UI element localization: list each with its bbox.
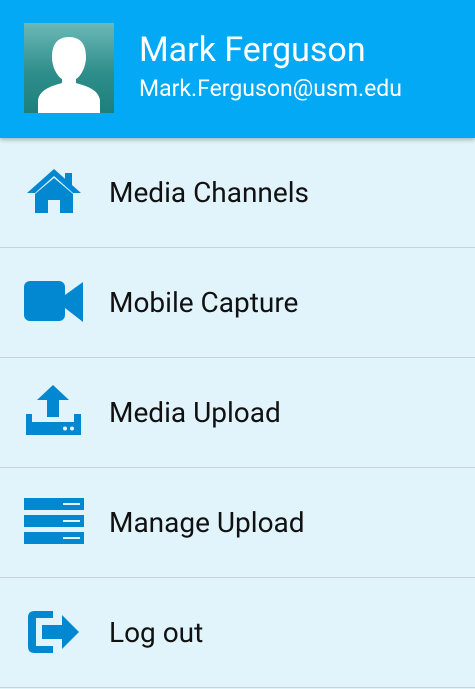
menu-item-label: Media Upload: [109, 396, 281, 429]
navigation-menu: Media Channels Mobile Capture Media Uplo…: [0, 138, 475, 688]
user-email: Mark.Ferguson@usm.edu: [139, 75, 402, 102]
menu-item-label: Mobile Capture: [109, 286, 299, 319]
user-name: Mark Ferguson: [139, 30, 366, 70]
menu-item-label: Media Channels: [109, 176, 309, 209]
user-silhouette-icon: [38, 37, 100, 113]
home-icon: [23, 165, 85, 219]
server-list-icon: [23, 495, 85, 549]
upload-icon: [23, 385, 85, 439]
menu-item-mobile-capture[interactable]: Mobile Capture: [0, 248, 475, 358]
video-camera-icon: [23, 275, 85, 329]
menu-item-label: Manage Upload: [109, 506, 305, 539]
drawer-header: Mark Ferguson Mark.Ferguson@usm.edu: [0, 0, 475, 138]
menu-item-media-upload[interactable]: Media Upload: [0, 358, 475, 468]
menu-item-media-channels[interactable]: Media Channels: [0, 138, 475, 248]
avatar[interactable]: [24, 23, 114, 113]
menu-item-label: Log out: [109, 616, 204, 649]
menu-item-log-out[interactable]: Log out: [0, 578, 475, 688]
logout-icon: [23, 605, 85, 659]
menu-item-manage-upload[interactable]: Manage Upload: [0, 468, 475, 578]
